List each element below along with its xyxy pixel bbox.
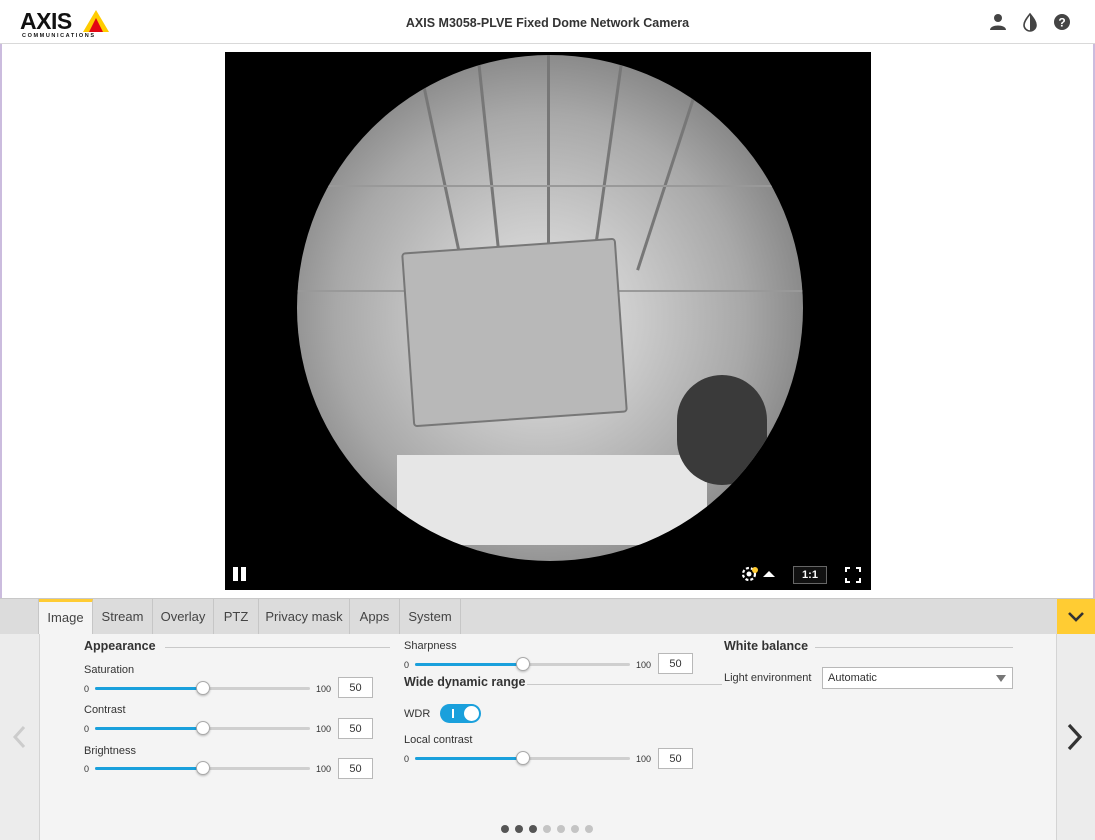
fullscreen-icon[interactable]: [845, 567, 861, 583]
light-environment-label: Light environment: [724, 672, 812, 684]
wdr-divider: [527, 684, 722, 685]
tab-privacy-mask[interactable]: Privacy mask: [259, 599, 350, 635]
slider-thumb[interactable]: [196, 681, 210, 695]
page-dot[interactable]: [543, 825, 551, 833]
sharpness-value-input[interactable]: [658, 653, 693, 674]
sharpness-max: 100: [636, 660, 652, 670]
white-balance-divider: [815, 647, 1013, 648]
light-environment-value: Automatic: [828, 672, 877, 684]
pause-icon[interactable]: [231, 565, 249, 583]
page-dot[interactable]: [515, 825, 523, 833]
chevron-down-icon: [1068, 612, 1084, 622]
brightness-label: Brightness: [84, 745, 136, 757]
white-balance-title: White balance: [724, 639, 809, 653]
image-settings-panel: Appearance Saturation 0 100 Contrast 0 1…: [39, 634, 1057, 840]
contrast-slider[interactable]: [95, 721, 310, 735]
page-dot[interactable]: [571, 825, 579, 833]
brightness-slider[interactable]: [95, 761, 310, 775]
saturation-min: 0: [84, 684, 90, 694]
appearance-title: Appearance: [84, 639, 156, 653]
svg-text:?: ?: [1058, 16, 1065, 30]
local-contrast-value-input[interactable]: [658, 748, 693, 769]
fisheye-image: [297, 55, 803, 561]
help-icon[interactable]: ?: [1052, 12, 1072, 32]
slider-thumb[interactable]: [196, 761, 210, 775]
local-contrast-min: 0: [404, 754, 410, 764]
collapse-panel-button[interactable]: [1057, 599, 1095, 635]
tab-ptz[interactable]: PTZ: [214, 599, 259, 635]
logo-subtitle: COMMUNICATIONS: [22, 33, 96, 39]
brightness-min: 0: [84, 764, 90, 774]
page-dot[interactable]: [529, 825, 537, 833]
tab-apps[interactable]: Apps: [350, 599, 400, 635]
slider-thumb[interactable]: [516, 751, 530, 765]
header: AXIS COMMUNICATIONS AXIS M3058-PLVE Fixe…: [0, 0, 1095, 44]
live-video[interactable]: 1:1: [225, 52, 871, 590]
page-dot[interactable]: [501, 825, 509, 833]
page-dot[interactable]: [557, 825, 565, 833]
tab-overlay[interactable]: Overlay: [153, 599, 214, 635]
user-icon[interactable]: [988, 12, 1008, 32]
wdr-section-title: Wide dynamic range: [404, 675, 526, 689]
tab-spacer: [0, 599, 39, 635]
next-page-icon[interactable]: [1064, 722, 1086, 755]
page-frame-left: [0, 44, 2, 599]
tab-bar: Image Stream Overlay PTZ Privacy mask Ap…: [0, 598, 1095, 635]
tab-image[interactable]: Image: [39, 599, 93, 635]
sharpness-label: Sharpness: [404, 640, 457, 652]
contrast-min: 0: [84, 724, 90, 734]
slider-thumb[interactable]: [196, 721, 210, 735]
contrast-icon[interactable]: [1020, 12, 1040, 32]
prev-page-icon[interactable]: [10, 724, 30, 753]
sharpness-min: 0: [404, 660, 410, 670]
brightness-value-input[interactable]: [338, 758, 373, 779]
wdr-toggle[interactable]: [440, 704, 481, 723]
sharpness-slider[interactable]: [415, 657, 630, 671]
slider-thumb[interactable]: [516, 657, 530, 671]
aspect-ratio-button[interactable]: 1:1: [793, 566, 827, 584]
saturation-max: 100: [316, 684, 332, 694]
page-title: AXIS M3058-PLVE Fixed Dome Network Camer…: [405, 16, 690, 30]
contrast-max: 100: [316, 724, 332, 734]
chevron-down-icon: [996, 675, 1006, 682]
appearance-divider: [165, 647, 390, 648]
contrast-label: Contrast: [84, 704, 126, 716]
saturation-value-input[interactable]: [338, 677, 373, 698]
contrast-value-input[interactable]: [338, 718, 373, 739]
light-environment-select[interactable]: Automatic: [822, 667, 1013, 689]
wdr-label: WDR: [404, 708, 431, 720]
local-contrast-max: 100: [636, 754, 652, 764]
brightness-max: 100: [316, 764, 332, 774]
local-contrast-label: Local contrast: [404, 734, 473, 746]
saturation-slider[interactable]: [95, 681, 310, 695]
page-dot[interactable]: [585, 825, 593, 833]
stream-settings-icon[interactable]: [741, 566, 777, 582]
saturation-label: Saturation: [84, 664, 135, 676]
local-contrast-slider[interactable]: [415, 751, 630, 765]
tab-system[interactable]: System: [400, 599, 461, 635]
tab-stream[interactable]: Stream: [93, 599, 153, 635]
